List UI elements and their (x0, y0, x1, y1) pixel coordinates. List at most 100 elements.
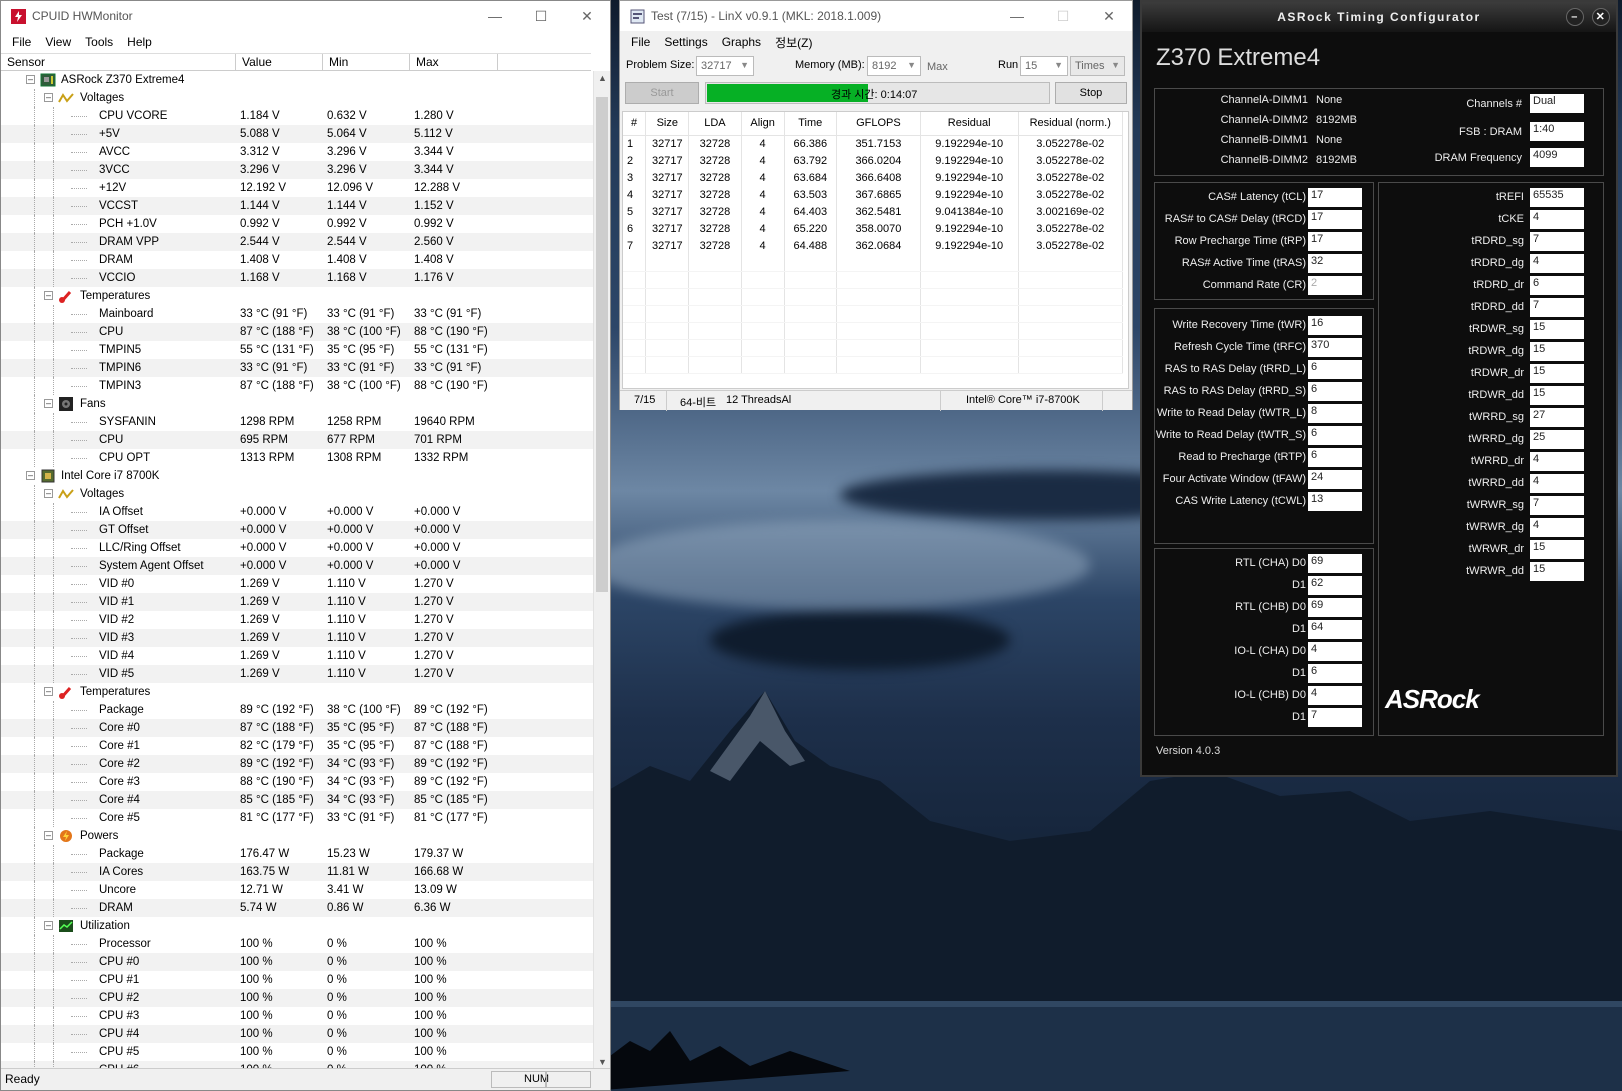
asrock-titlebar[interactable]: ASRock Timing Configurator – ✕ (1142, 2, 1616, 32)
sensor-row[interactable]: CPU #2 100 % 0 % 100 % (1, 989, 593, 1007)
scrollbar-thumb[interactable] (596, 97, 608, 592)
result-row[interactable]: 1 32717 32728 4 66.386 351.7153 9.192294e-10 3.… (623, 135, 1124, 152)
linx-menu-settings[interactable]: Settings (657, 35, 714, 49)
timing-field[interactable]: 25 (1530, 430, 1584, 449)
sensor-row[interactable]: Core #0 87 °C (188 °F) 35 °C (95 °F) 87 °C … (1, 719, 593, 737)
result-row[interactable]: 3 32717 32728 4 63.684 366.6408 9.192294e-10 3.… (623, 169, 1124, 186)
sensor-group-row[interactable]: – Voltages (1, 485, 593, 503)
sensor-row[interactable]: LLC/Ring Offset +0.000 V +0.000 V +0.000 V (1, 539, 593, 557)
timing-field[interactable]: 2 (1308, 276, 1362, 295)
menu-tools[interactable]: Tools (78, 35, 120, 49)
sensor-row[interactable]: SYSFANIN 1298 RPM 1258 RPM 19640 RPM (1, 413, 593, 431)
column-value[interactable]: Value (236, 54, 323, 70)
menu-view[interactable]: View (38, 35, 78, 49)
linx-menu-graphs[interactable]: Graphs (715, 35, 768, 49)
sensor-row[interactable]: GT Offset +0.000 V +0.000 V +0.000 V (1, 521, 593, 539)
timing-field[interactable]: 64 (1308, 620, 1362, 639)
sensor-row[interactable]: DRAM VPP 2.544 V 2.544 V 2.560 V (1, 233, 593, 251)
sensor-row[interactable]: VID #3 1.269 V 1.110 V 1.270 V (1, 629, 593, 647)
sensor-row[interactable]: CPU #5 100 % 0 % 100 % (1, 1043, 593, 1061)
timing-field[interactable]: 4 (1530, 474, 1584, 493)
sensor-row[interactable]: TMPIN5 55 °C (131 °F) 35 °C (95 °F) 55 °C (… (1, 341, 593, 359)
sensor-row[interactable]: CPU #0 100 % 0 % 100 % (1, 953, 593, 971)
max-label[interactable]: Max (927, 61, 948, 73)
scroll-down-arrow-icon[interactable]: ▼ (594, 1057, 611, 1067)
timing-field[interactable]: 15 (1530, 562, 1584, 581)
timing-field[interactable]: 4 (1530, 518, 1584, 537)
asrock-close-button[interactable]: ✕ (1592, 8, 1610, 26)
sensor-row[interactable]: VID #5 1.269 V 1.110 V 1.270 V (1, 665, 593, 683)
sensor-group-row[interactable]: – Temperatures (1, 287, 593, 305)
linx-minimize-button[interactable]: — (994, 1, 1040, 31)
sensor-group-row[interactable]: – Voltages (1, 89, 593, 107)
sensor-row[interactable]: Core #1 82 °C (179 °F) 35 °C (95 °F) 87 °C … (1, 737, 593, 755)
sensor-row[interactable]: CPU #1 100 % 0 % 100 % (1, 971, 593, 989)
sensor-row[interactable]: VID #2 1.269 V 1.110 V 1.270 V (1, 611, 593, 629)
result-row[interactable]: 7 32717 32728 4 64.488 362.0684 9.192294e-10 3.… (623, 237, 1124, 254)
results-column-header[interactable]: Time (784, 112, 837, 136)
collapse-toggle-icon[interactable]: – (44, 93, 53, 102)
column-sensor[interactable]: Sensor (1, 54, 236, 70)
stop-button[interactable]: Stop (1055, 82, 1127, 104)
collapse-toggle-icon[interactable]: – (44, 687, 53, 696)
column-max[interactable]: Max (410, 54, 498, 70)
sensor-row[interactable]: VCCIO 1.168 V 1.168 V 1.176 V (1, 269, 593, 287)
timing-field[interactable]: 69 (1308, 598, 1362, 617)
sensor-row[interactable]: DRAM 5.74 W 0.86 W 6.36 W (1, 899, 593, 917)
sensor-row[interactable]: DRAM 1.408 V 1.408 V 1.408 V (1, 251, 593, 269)
sensor-row[interactable]: CPU #3 100 % 0 % 100 % (1, 1007, 593, 1025)
timing-field[interactable]: 15 (1530, 342, 1584, 361)
sensor-tree[interactable]: – ASRock Z370 Extreme4– Voltages CPU VCORE 1… (1, 71, 593, 1069)
device-row[interactable]: – ASRock Z370 Extreme4 (1, 71, 593, 89)
timing-field[interactable]: 69 (1308, 554, 1362, 573)
timing-field[interactable]: 4 (1308, 686, 1362, 705)
timing-field[interactable]: 6 (1308, 664, 1362, 683)
close-button[interactable]: ✕ (564, 1, 610, 31)
timing-field[interactable]: 6 (1308, 426, 1362, 445)
sensor-row[interactable]: Package 176.47 W 15.23 W 179.37 W (1, 845, 593, 863)
sensor-row[interactable]: CPU 695 RPM 677 RPM 701 RPM (1, 431, 593, 449)
linx-titlebar[interactable]: Test (7/15) - LinX v0.9.1 (MKL: 2018.1.0… (620, 1, 1132, 31)
sensor-row[interactable]: CPU OPT 1313 RPM 1308 RPM 1332 RPM (1, 449, 593, 467)
sensor-group-row[interactable]: – Powers (1, 827, 593, 845)
timing-field[interactable]: 32 (1308, 254, 1362, 273)
sensor-row[interactable]: CPU VCORE 1.184 V 0.632 V 1.280 V (1, 107, 593, 125)
results-column-header[interactable]: GFLOPS (836, 112, 921, 136)
sensor-row[interactable]: Processor 100 % 0 % 100 % (1, 935, 593, 953)
timing-field[interactable]: 65535 (1530, 188, 1584, 207)
sensor-row[interactable]: AVCC 3.312 V 3.296 V 3.344 V (1, 143, 593, 161)
timing-field[interactable]: 17 (1308, 232, 1362, 251)
sensor-scrollbar[interactable]: ▲ ▼ (593, 71, 610, 1069)
timing-field[interactable]: 4 (1530, 452, 1584, 471)
sensor-row[interactable]: VID #4 1.269 V 1.110 V 1.270 V (1, 647, 593, 665)
sensor-row[interactable]: Package 89 °C (192 °F) 38 °C (100 °F) 89 °C… (1, 701, 593, 719)
timing-field[interactable]: 24 (1308, 470, 1362, 489)
sensor-row[interactable]: TMPIN3 87 °C (188 °F) 38 °C (100 °F) 88 °C … (1, 377, 593, 395)
collapse-toggle-icon[interactable]: – (26, 471, 35, 480)
sensor-group-row[interactable]: – Fans (1, 395, 593, 413)
result-row[interactable]: 4 32717 32728 4 63.503 367.6865 9.192294e-10 3.… (623, 186, 1124, 203)
channels-field[interactable]: Dual (1530, 94, 1584, 113)
scroll-up-arrow-icon[interactable]: ▲ (594, 73, 611, 83)
results-column-header[interactable]: # (623, 112, 647, 136)
timing-field[interactable]: 7 (1530, 496, 1584, 515)
sensor-row[interactable]: IA Cores 163.75 W 11.81 W 166.68 W (1, 863, 593, 881)
sensor-row[interactable]: VCCST 1.144 V 1.144 V 1.152 V (1, 197, 593, 215)
sensor-group-row[interactable]: – Utilization (1, 917, 593, 935)
timing-field[interactable]: 15 (1530, 386, 1584, 405)
collapse-toggle-icon[interactable]: – (44, 831, 53, 840)
result-row[interactable]: 6 32717 32728 4 65.220 358.0070 9.192294e-10 3.… (623, 220, 1124, 237)
timing-field[interactable]: 15 (1530, 320, 1584, 339)
timing-field[interactable]: 62 (1308, 576, 1362, 595)
timing-field[interactable]: 4 (1530, 254, 1584, 273)
asrock-minimize-button[interactable]: – (1566, 8, 1584, 26)
fsb-field[interactable]: 1:40 (1530, 122, 1584, 141)
column-min[interactable]: Min (323, 54, 410, 70)
sensor-row[interactable]: IA Offset +0.000 V +0.000 V +0.000 V (1, 503, 593, 521)
timing-field[interactable]: 17 (1308, 188, 1362, 207)
linx-menu-file[interactable]: File (624, 35, 657, 49)
results-column-header[interactable]: Size (645, 112, 690, 136)
sensor-row[interactable]: CPU #4 100 % 0 % 100 % (1, 1025, 593, 1043)
timing-field[interactable]: 6 (1308, 448, 1362, 467)
timing-field[interactable]: 8 (1308, 404, 1362, 423)
